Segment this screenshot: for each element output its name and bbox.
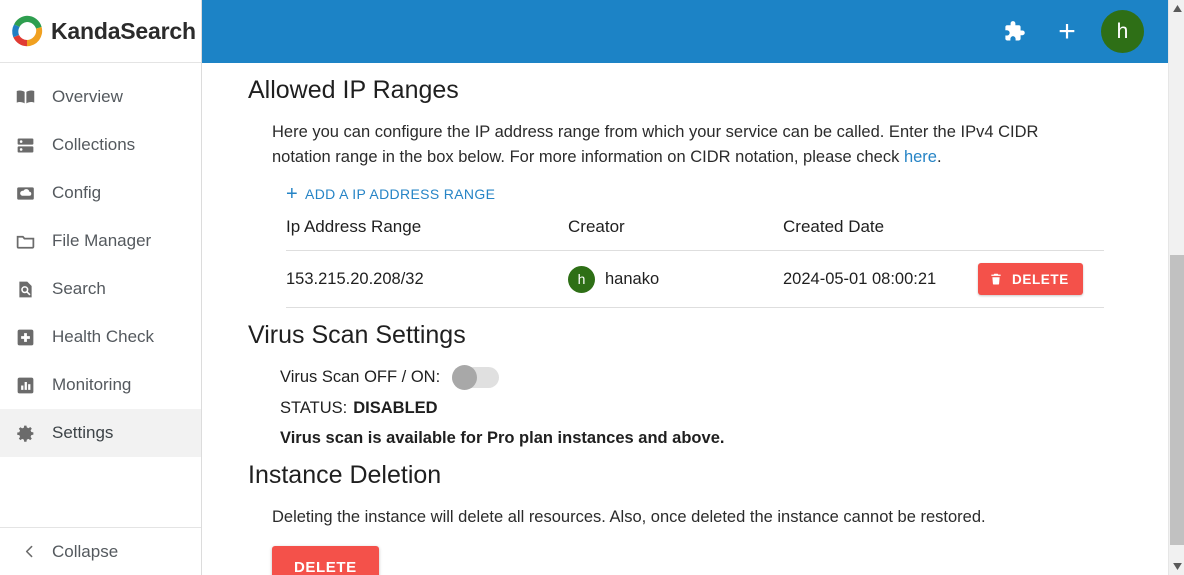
column-header-creator: Creator: [568, 217, 783, 252]
sidebar-collapse-label: Collapse: [52, 541, 119, 561]
delete-ip-range-label: DELETE: [1012, 271, 1069, 287]
trash-icon: [989, 271, 1003, 287]
creator-avatar: h: [568, 265, 595, 293]
cell-created-date: 2024-05-01 08:00:21: [783, 250, 978, 309]
page-title-instance-deletion: Instance Deletion: [248, 461, 442, 490]
topbar: + h: [202, 0, 1168, 63]
brand-header[interactable]: KandaSearch: [0, 0, 201, 63]
plus-icon: +: [286, 183, 299, 206]
column-header-created-date: Created Date: [783, 217, 978, 252]
sidebar-item-config[interactable]: Config: [0, 169, 201, 217]
page-title-allowed-ip-ranges: Allowed IP Ranges: [248, 76, 459, 104]
sidebar: KandaSearch Overview Collections Config …: [0, 0, 202, 575]
plus-square-icon: [14, 326, 36, 348]
folder-icon: [14, 230, 36, 252]
app-root: KandaSearch Overview Collections Config …: [0, 0, 1184, 575]
toggle-knob: [452, 365, 478, 391]
server-icon: [14, 134, 36, 156]
cell-ip-range: 153.215.20.208/32: [286, 250, 568, 309]
delete-instance-button[interactable]: DELETE: [272, 546, 379, 575]
cell-actions: DELETE: [978, 250, 1104, 309]
sidebar-item-overview[interactable]: Overview: [0, 73, 201, 121]
kandasearch-swirl-logo-icon: [8, 12, 46, 50]
puzzle-piece-icon[interactable]: [993, 12, 1033, 52]
sidebar-item-health-check[interactable]: Health Check: [0, 313, 201, 361]
ip-ranges-table-head: Ip Address Range Creator Created Date: [286, 217, 1104, 252]
cidr-here-link[interactable]: here: [904, 148, 937, 166]
allowed-ip-description: Here you can configure the IP address ra…: [202, 120, 1168, 170]
sidebar-item-label: Collections: [52, 135, 136, 154]
add-ip-address-range-label: ADD A IP ADDRESS RANGE: [305, 186, 496, 203]
table-row: 153.215.20.208/32 h hanako 2024-05-01 08…: [286, 250, 1104, 309]
sidebar-item-label: Overview: [52, 87, 123, 106]
column-header-actions: [978, 217, 1104, 252]
sidebar-collapse-button[interactable]: Collapse: [0, 527, 201, 575]
sidebar-item-file-manager[interactable]: File Manager: [0, 217, 201, 265]
virus-scan-toggle-row: Virus Scan OFF / ON:: [280, 365, 1168, 391]
page-scrollbar[interactable]: [1168, 0, 1184, 575]
avatar[interactable]: h: [1101, 10, 1144, 53]
sidebar-item-label: Monitoring: [52, 375, 132, 394]
instance-deletion-description: Deleting the instance will delete all re…: [272, 508, 986, 527]
table-header-row: Ip Address Range Creator Created Date: [286, 217, 1104, 252]
sidebar-item-label: Config: [52, 183, 102, 202]
creator-name: hanako: [605, 269, 660, 288]
sidebar-nav: Overview Collections Config File Manager…: [0, 63, 201, 457]
cloud-box-icon: [14, 182, 36, 204]
virus-scan-status-row: STATUS: DISABLED: [280, 399, 1168, 418]
add-ip-address-range-button[interactable]: + ADD A IP ADDRESS RANGE: [286, 184, 495, 204]
sidebar-item-label: Search: [52, 279, 106, 298]
sidebar-item-collections[interactable]: Collections: [0, 121, 201, 169]
creator-wrapper: h hanako: [568, 265, 783, 293]
sidebar-item-monitoring[interactable]: Monitoring: [0, 361, 201, 409]
page-title-virus-scan-settings: Virus Scan Settings: [248, 321, 466, 350]
sidebar-item-settings[interactable]: Settings: [0, 409, 201, 457]
gear-icon: [14, 422, 36, 444]
cell-creator: h hanako: [568, 250, 783, 309]
sidebar-item-label: Health Check: [52, 327, 155, 346]
scrollbar-thumb[interactable]: [1170, 255, 1184, 545]
virus-scan-toggle-label: Virus Scan OFF / ON:: [280, 368, 441, 387]
column-header-ip-range: Ip Address Range: [286, 217, 568, 252]
sidebar-item-label: Settings: [52, 423, 114, 442]
caret-down-icon[interactable]: [1169, 558, 1184, 575]
virus-scan-toggle[interactable]: [452, 365, 500, 391]
sidebar-item-search[interactable]: Search: [0, 265, 201, 313]
bar-chart-icon: [14, 374, 36, 396]
chevron-left-icon: [20, 543, 38, 561]
main-content: Allowed IP Ranges Here you can configure…: [202, 63, 1168, 575]
caret-up-icon[interactable]: [1169, 0, 1184, 17]
add-button[interactable]: +: [1047, 12, 1087, 52]
virus-scan-note: Virus scan is available for Pro plan ins…: [280, 429, 725, 448]
virus-scan-status-label: STATUS:: [280, 399, 348, 418]
sidebar-item-label: File Manager: [52, 231, 152, 250]
delete-ip-range-button[interactable]: DELETE: [978, 263, 1083, 296]
ip-ranges-table-body: 153.215.20.208/32 h hanako 2024-05-01 08…: [286, 250, 1104, 309]
allowed-ip-description-text-2: .: [936, 148, 942, 167]
status-badge: DISABLED: [353, 399, 438, 418]
ip-ranges-table: Ip Address Range Creator Created Date 15…: [286, 217, 1104, 309]
book-icon: [14, 86, 36, 108]
brand-name: KandaSearch: [51, 17, 196, 44]
document-search-icon: [14, 278, 36, 300]
